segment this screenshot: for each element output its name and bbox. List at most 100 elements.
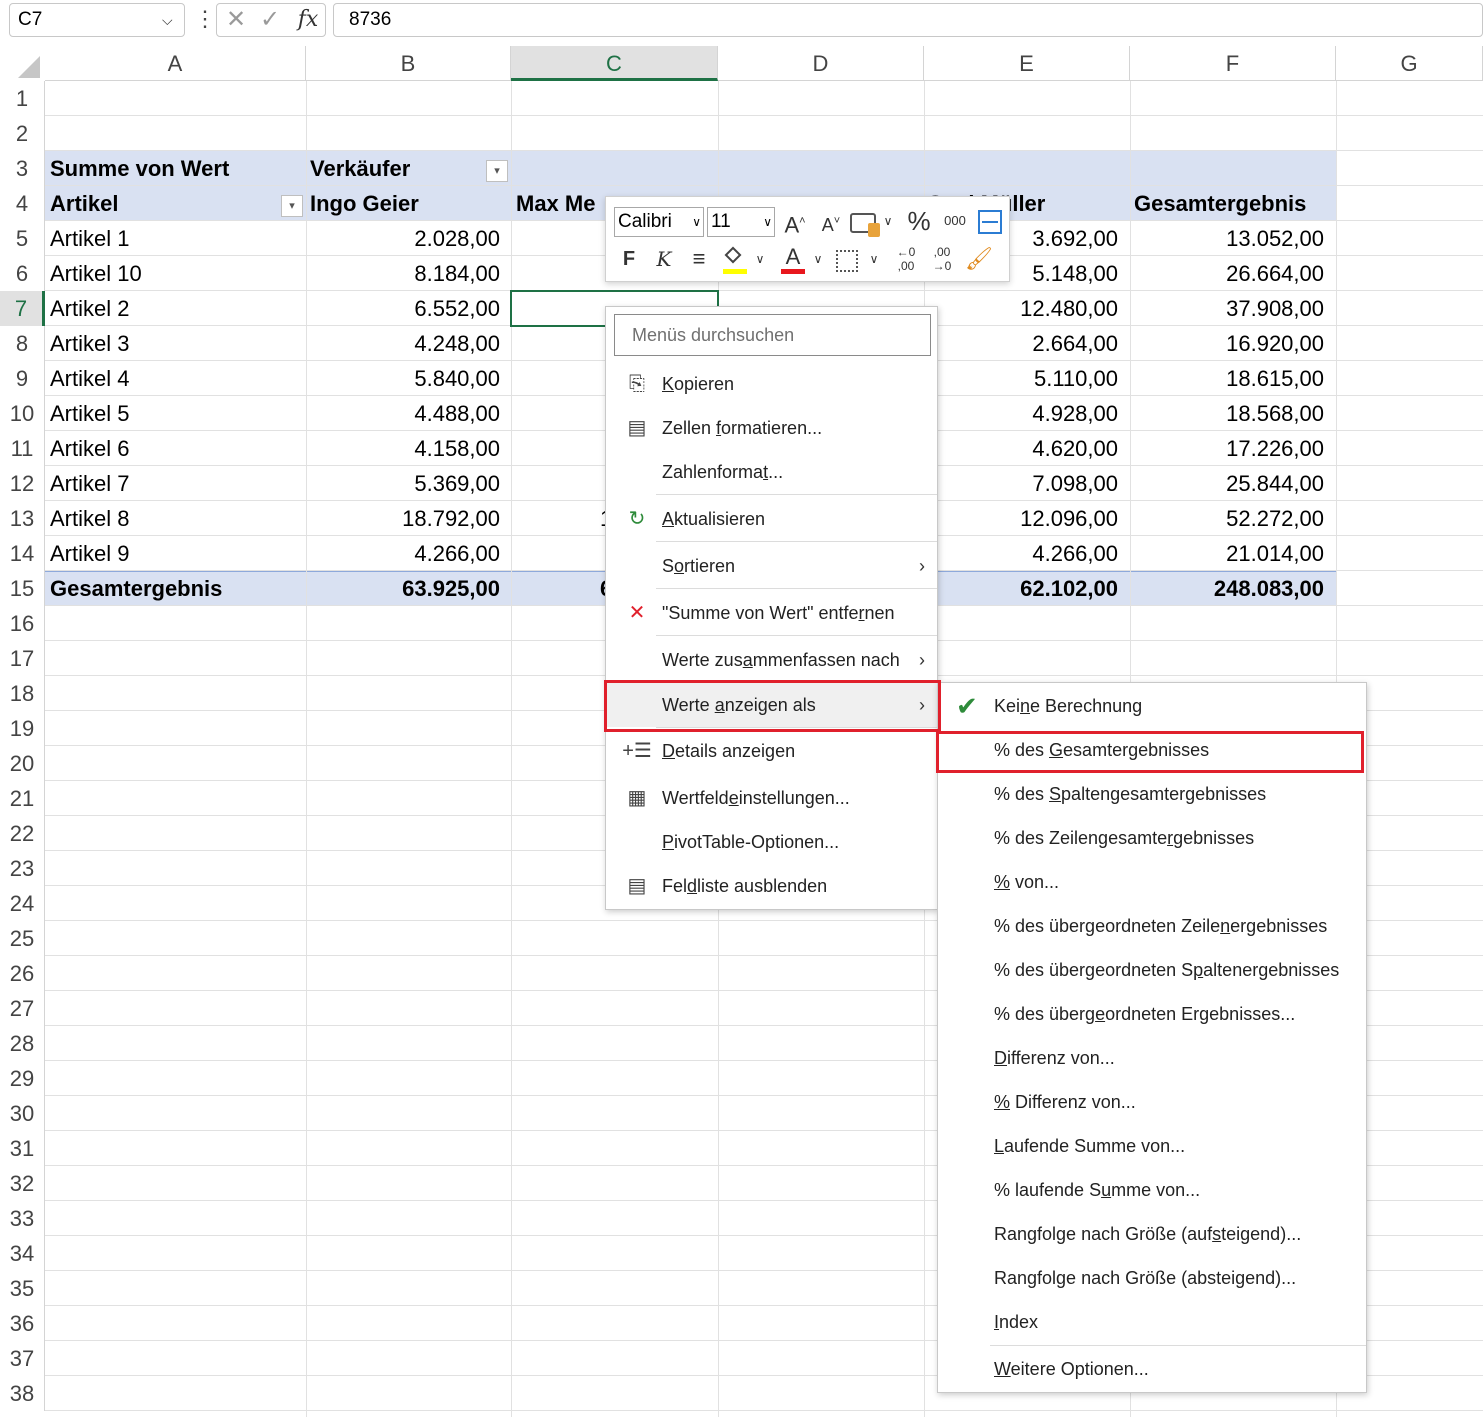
row-header-12[interactable]: 12 bbox=[0, 466, 45, 501]
bold-icon[interactable]: F bbox=[614, 245, 644, 275]
menu-item-summarize-values-by[interactable]: Werte zusammenfassen nach › bbox=[606, 638, 937, 682]
row-label[interactable]: Artikel 4 bbox=[50, 361, 300, 396]
cell-value-b[interactable]: 18.792,00 bbox=[306, 501, 500, 536]
cell-value-f[interactable]: 16.920,00 bbox=[1130, 326, 1324, 361]
column-header-f[interactable]: F bbox=[1130, 46, 1336, 81]
total-row-label[interactable]: Gesamtergebnis bbox=[50, 571, 300, 606]
cell-value-b[interactable]: 4.266,00 bbox=[306, 536, 500, 571]
row-header-21[interactable]: 21 bbox=[0, 781, 45, 816]
select-all-icon[interactable] bbox=[18, 56, 40, 78]
row-header-17[interactable]: 17 bbox=[0, 641, 45, 676]
row-header-34[interactable]: 34 bbox=[0, 1236, 45, 1271]
cell-value-b[interactable]: 4.248,00 bbox=[306, 326, 500, 361]
submenu-item-percent-of-parent-row-total[interactable]: % des übergeordneten Zeilenergebnisses bbox=[938, 904, 1366, 948]
row-label[interactable]: Artikel 5 bbox=[50, 396, 300, 431]
row-header-28[interactable]: 28 bbox=[0, 1026, 45, 1061]
menu-item-refresh[interactable]: Aktualisieren ↻ bbox=[606, 497, 937, 541]
formula-input[interactable]: 8736 bbox=[333, 3, 1483, 37]
cell-value-e[interactable]: 2.664,00 bbox=[924, 326, 1118, 361]
column-filter-dropdown-icon[interactable]: ▾ bbox=[486, 160, 508, 182]
column-header-e[interactable]: E bbox=[924, 46, 1130, 81]
align-center-icon[interactable]: ≡ bbox=[684, 245, 714, 275]
enter-check-icon[interactable]: ✓ bbox=[257, 4, 283, 36]
row-header-7[interactable]: 7 bbox=[0, 291, 45, 326]
row-header-29[interactable]: 29 bbox=[0, 1061, 45, 1096]
submenu-item-percent-difference-from[interactable]: % Differenz von... bbox=[938, 1080, 1366, 1124]
total-value-b[interactable]: 63.925,00 bbox=[306, 571, 500, 606]
submenu-item-more-options[interactable]: Weitere Optionen... bbox=[938, 1347, 1366, 1391]
cell-value-f[interactable]: 13.052,00 bbox=[1130, 221, 1324, 256]
row-label[interactable]: Artikel 3 bbox=[50, 326, 300, 361]
cancel-icon[interactable]: ✕ bbox=[224, 4, 248, 36]
row-header-23[interactable]: 23 bbox=[0, 851, 45, 886]
row-label[interactable]: Artikel 7 bbox=[50, 466, 300, 501]
menu-item-sort[interactable]: Sortieren › bbox=[606, 544, 937, 588]
menu-item-show-details[interactable]: Details anzeigen +☰ bbox=[606, 729, 937, 773]
total-value-e[interactable]: 62.102,00 bbox=[924, 571, 1118, 606]
cell-value-b[interactable]: 5.840,00 bbox=[306, 361, 500, 396]
menu-item-pivottable-options[interactable]: PivotTable-Optionen... bbox=[606, 820, 937, 864]
row-header-33[interactable]: 33 bbox=[0, 1201, 45, 1236]
submenu-item-percent-of-parent-total[interactable]: % des übergeordneten Ergebnisses... bbox=[938, 992, 1366, 1036]
cell-value-b[interactable]: 2.028,00 bbox=[306, 221, 500, 256]
more-options-icon[interactable]: ⋮ bbox=[194, 4, 216, 36]
row-header-5[interactable]: 5 bbox=[0, 221, 45, 256]
cell-value-b[interactable]: 6.552,00 bbox=[306, 291, 500, 326]
total-value-f[interactable]: 248.083,00 bbox=[1130, 571, 1324, 606]
row-header-20[interactable]: 20 bbox=[0, 746, 45, 781]
row-label[interactable]: Artikel 2 bbox=[50, 291, 300, 326]
column-header-d[interactable]: D bbox=[718, 46, 924, 81]
row-header-26[interactable]: 26 bbox=[0, 956, 45, 991]
row-label[interactable]: Artikel 8 bbox=[50, 501, 300, 536]
submenu-item-no-calculation[interactable]: Keine Berechnung ✔ bbox=[938, 684, 1366, 728]
pivot-col-header[interactable]: Ingo Geier bbox=[310, 186, 510, 221]
row-header-14[interactable]: 14 bbox=[0, 536, 45, 571]
column-header-b[interactable]: B bbox=[306, 46, 511, 81]
row-header-11[interactable]: 11 bbox=[0, 431, 45, 466]
row-label[interactable]: Artikel 9 bbox=[50, 536, 300, 571]
submenu-item-running-total-in[interactable]: Laufende Summe von... bbox=[938, 1124, 1366, 1168]
cell-value-b[interactable]: 8.184,00 bbox=[306, 256, 500, 291]
row-header-38[interactable]: 38 bbox=[0, 1376, 45, 1411]
row-label[interactable]: Artikel 1 bbox=[50, 221, 300, 256]
cell-value-f[interactable]: 17.226,00 bbox=[1130, 431, 1324, 466]
italic-icon[interactable]: K bbox=[649, 245, 679, 275]
cell-value-e[interactable]: 4.266,00 bbox=[924, 536, 1118, 571]
fill-color-icon[interactable] bbox=[723, 246, 747, 274]
menu-item-format-cells[interactable]: Zellen formatieren... ▤ bbox=[606, 406, 937, 450]
row-header-24[interactable]: 24 bbox=[0, 886, 45, 921]
name-box[interactable]: C7 bbox=[9, 3, 185, 37]
pivot-columns-field[interactable]: Verkäufer bbox=[310, 151, 490, 186]
chevron-down-icon[interactable]: ∨ bbox=[810, 245, 826, 275]
pivot-values-label[interactable]: Summe von Wert bbox=[50, 151, 300, 186]
row-header-32[interactable]: 32 bbox=[0, 1166, 45, 1201]
row-header-27[interactable]: 27 bbox=[0, 991, 45, 1026]
cell-value-f[interactable]: 18.615,00 bbox=[1130, 361, 1324, 396]
borders-icon[interactable] bbox=[836, 250, 858, 272]
submenu-item-percent-of[interactable]: % von... bbox=[938, 860, 1366, 904]
menu-item-remove-field[interactable]: "Summe von Wert" entfernen ✕ bbox=[606, 591, 937, 635]
menu-search-input[interactable]: Menüs durchsuchen bbox=[614, 314, 931, 356]
row-header-3[interactable]: 3 bbox=[0, 151, 45, 186]
menu-item-number-format[interactable]: Zahlenformat... bbox=[606, 450, 937, 494]
chevron-down-icon[interactable]: ∨ bbox=[752, 245, 768, 275]
row-header-8[interactable]: 8 bbox=[0, 326, 45, 361]
submenu-item-rank-largest-to-smallest[interactable]: Rangfolge nach Größe (absteigend)... bbox=[938, 1256, 1366, 1300]
cell-value-e[interactable]: 12.096,00 bbox=[924, 501, 1118, 536]
cell-value-b[interactable]: 4.158,00 bbox=[306, 431, 500, 466]
pivot-col-header[interactable]: Gesamtergebnis bbox=[1134, 186, 1334, 221]
row-header-15[interactable]: 15 bbox=[0, 571, 45, 606]
decrease-decimal-icon[interactable]: ,00 →0 bbox=[926, 245, 958, 275]
row-header-35[interactable]: 35 bbox=[0, 1271, 45, 1306]
cell-value-e[interactable]: 7.098,00 bbox=[924, 466, 1118, 501]
chevron-down-icon[interactable]: ∨ bbox=[880, 207, 896, 237]
row-label[interactable]: Artikel 6 bbox=[50, 431, 300, 466]
submenu-item-percent-running-total-in[interactable]: % laufende Summe von... bbox=[938, 1168, 1366, 1212]
format-painter-icon[interactable]: 🖌 bbox=[964, 245, 994, 275]
submenu-item-percent-of-column-total[interactable]: % des Spaltengesamtergebnisses bbox=[938, 772, 1366, 816]
cell-value-f[interactable]: 25.844,00 bbox=[1130, 466, 1324, 501]
submenu-item-difference-from[interactable]: Differenz von... bbox=[938, 1036, 1366, 1080]
row-header-9[interactable]: 9 bbox=[0, 361, 45, 396]
insert-function-icon[interactable]: fx bbox=[293, 4, 323, 36]
cell-value-f[interactable]: 21.014,00 bbox=[1130, 536, 1324, 571]
